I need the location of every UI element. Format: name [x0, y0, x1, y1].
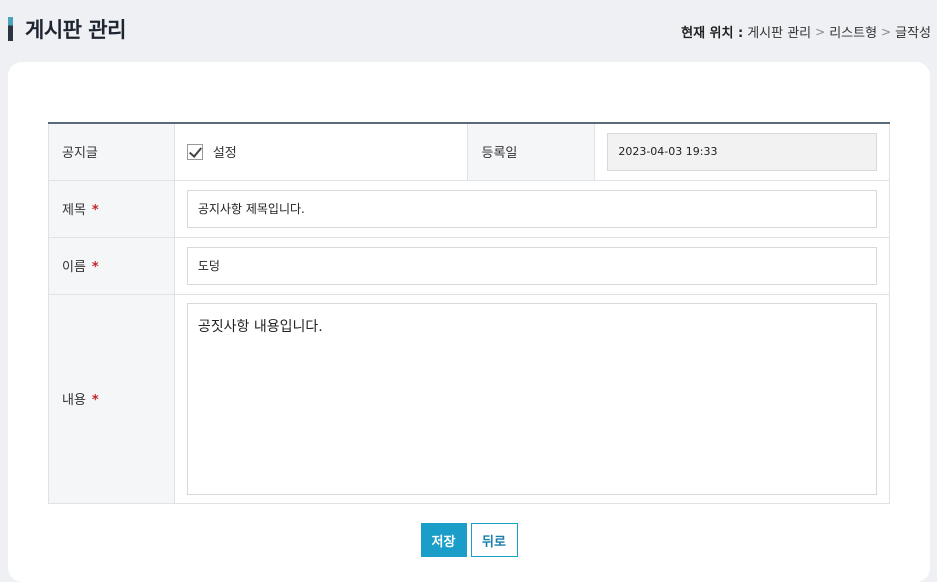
post-form-table: 공지글 설정 등록일 2023-04-03 19:33 제목 * 공지사항 제목입…: [48, 122, 891, 504]
subject-input[interactable]: 공지사항 제목입니다.: [186, 189, 877, 228]
page-header: 게시판 관리: [8, 14, 126, 44]
page-title: 게시판 관리: [25, 18, 126, 42]
breadcrumb-label: 현재 위치 :: [681, 26, 744, 41]
required-mark: *: [91, 203, 99, 218]
content-label-cell: 내용 *: [48, 293, 175, 504]
chevron-right-icon: >: [815, 24, 826, 39]
required-mark: *: [91, 393, 99, 408]
breadcrumb-item-list-type[interactable]: 리스트형: [829, 22, 877, 41]
subject-label: 제목: [62, 203, 86, 218]
name-label: 이름: [62, 260, 86, 275]
notice-checkbox[interactable]: [186, 143, 203, 160]
content-cell: 공짓사항 내용입니다.: [173, 293, 891, 504]
breadcrumb: 현재 위치 : 게시판 관리 > 리스트형 > 글작성: [681, 22, 931, 42]
breadcrumb-item-write: 글작성: [895, 26, 931, 41]
notice-checkbox-label[interactable]: 설정: [213, 142, 237, 161]
notice-cell: 설정: [173, 122, 469, 181]
name-cell: 도덩: [173, 236, 891, 295]
content-textarea[interactable]: 공짓사항 내용입니다.: [186, 302, 877, 495]
date-label: 등록일: [467, 122, 596, 181]
save-button[interactable]: 저장: [420, 523, 467, 557]
content-panel: 공지글 설정 등록일 2023-04-03 19:33 제목 * 공지사항 제목입…: [8, 62, 930, 582]
notice-checkbox-group[interactable]: 설정: [186, 142, 456, 161]
name-label-cell: 이름 *: [48, 236, 175, 295]
required-mark: *: [91, 260, 99, 275]
subject-cell: 공지사항 제목입니다.: [173, 179, 891, 238]
notice-label: 공지글: [48, 122, 175, 181]
content-label: 내용: [62, 393, 86, 408]
breadcrumb-item-board-management[interactable]: 게시판 관리: [747, 22, 811, 41]
title-marker: [8, 17, 13, 41]
name-input[interactable]: 도덩: [186, 246, 877, 285]
date-cell: 2023-04-03 19:33: [594, 122, 890, 181]
date-field: 2023-04-03 19:33: [607, 132, 877, 171]
chevron-right-icon: >: [881, 24, 892, 39]
subject-label-cell: 제목 *: [48, 179, 175, 238]
form-actions: 저장 뒤로: [8, 523, 930, 557]
back-button[interactable]: 뒤로: [470, 523, 518, 557]
